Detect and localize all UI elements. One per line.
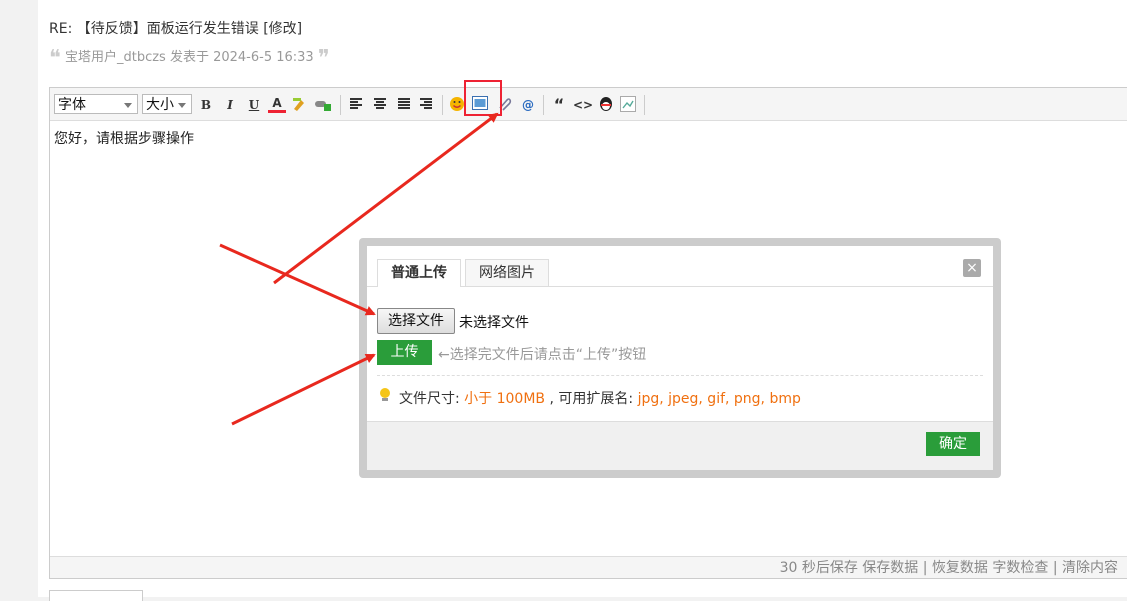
size-value: 小于 100MB (464, 391, 546, 407)
highlight-button[interactable] (290, 96, 308, 114)
font-color-button[interactable]: A (268, 96, 286, 113)
editor-status-bar: 30 秒后保存 保存数据 | 恢复数据 字数检查 | 清除内容 (50, 556, 1127, 578)
underline-button[interactable]: U (245, 96, 263, 114)
author-line: 宝塔用户_dtbczs 发表于 2024-6-5 16:33 (64, 50, 314, 65)
ext-label: , 可用扩展名: (545, 391, 638, 407)
chevron-down-icon (178, 103, 186, 108)
file-status-text: 未选择文件 (459, 315, 529, 331)
penguin-icon (600, 97, 612, 111)
tab-local-upload[interactable]: 普通上传 (377, 259, 461, 287)
editor-toolbar: 字体 大小 B I U A @ “ <> (50, 88, 1127, 121)
font-family-select[interactable]: 字体 (54, 94, 138, 114)
post-title: RE: 【待反馈】面板运行发生错误 [修改] (49, 21, 303, 37)
dialog-divider (377, 375, 983, 376)
mention-button[interactable]: @ (519, 96, 537, 114)
ext-value: jpg, jpeg, gif, png, bmp (637, 391, 801, 407)
align-left-button[interactable] (350, 98, 362, 110)
code-button[interactable]: <> (573, 96, 593, 114)
lightbulb-icon (379, 388, 391, 402)
image-upload-dialog: 普通上传 网络图片 × 选择文件 未选择文件 上传 ←选择完文件后请点击“上传”… (359, 238, 1001, 478)
qq-button[interactable] (597, 96, 615, 114)
font-family-label: 字体 (58, 97, 86, 113)
toolbar-divider (644, 95, 645, 115)
left-gutter (0, 0, 38, 597)
toolbar-divider (543, 95, 544, 115)
close-icon[interactable]: × (963, 259, 981, 277)
highlighter-icon (293, 98, 304, 111)
font-size-select[interactable]: 大小 (142, 94, 192, 114)
align-right-button[interactable] (420, 98, 432, 110)
tab-web-image[interactable]: 网络图片 (465, 259, 549, 286)
font-size-label: 大小 (146, 97, 174, 113)
toolbar-divider (442, 95, 443, 115)
close-quote-icon: ❞ (317, 46, 330, 71)
smiley-icon (450, 97, 464, 111)
link-icon (315, 101, 331, 111)
dialog-panel: 普通上传 网络图片 × 选择文件 未选择文件 上传 ←选择完文件后请点击“上传”… (367, 246, 993, 470)
bold-button[interactable]: B (197, 96, 215, 114)
align-justify-button[interactable] (398, 98, 410, 110)
open-quote-icon: ❝ (49, 46, 61, 71)
quote-line: ❝ 宝塔用户_dtbczs 发表于 2024-6-5 16:33 ❞ (49, 46, 330, 71)
toolbar-divider (340, 95, 341, 115)
broken-image-icon (620, 96, 636, 112)
link-button[interactable] (314, 96, 332, 114)
choose-file-button[interactable]: 选择文件 (377, 308, 455, 334)
upload-limits: 文件尺寸: 小于 100MB , 可用扩展名: jpg, jpeg, gif, … (399, 388, 801, 408)
dialog-footer: 确定 (367, 421, 993, 470)
broken-image-button[interactable] (619, 96, 637, 114)
chevron-down-icon (124, 103, 132, 108)
size-label: 文件尺寸: (399, 391, 465, 407)
confirm-button[interactable]: 确定 (926, 432, 980, 456)
align-center-button[interactable] (374, 98, 386, 110)
upload-button[interactable]: 上传 (377, 340, 432, 365)
attachment-tab[interactable] (49, 590, 143, 601)
dialog-tabs: 普通上传 网络图片 × (367, 246, 993, 287)
upload-hint: ←选择完文件后请点击“上传”按钮 (438, 347, 647, 363)
quote-button[interactable]: “ (550, 96, 568, 114)
image-button-highlight (464, 80, 502, 116)
italic-button[interactable]: I (221, 96, 239, 114)
editor-body[interactable]: 您好，请根据步骤操作 (54, 128, 194, 148)
